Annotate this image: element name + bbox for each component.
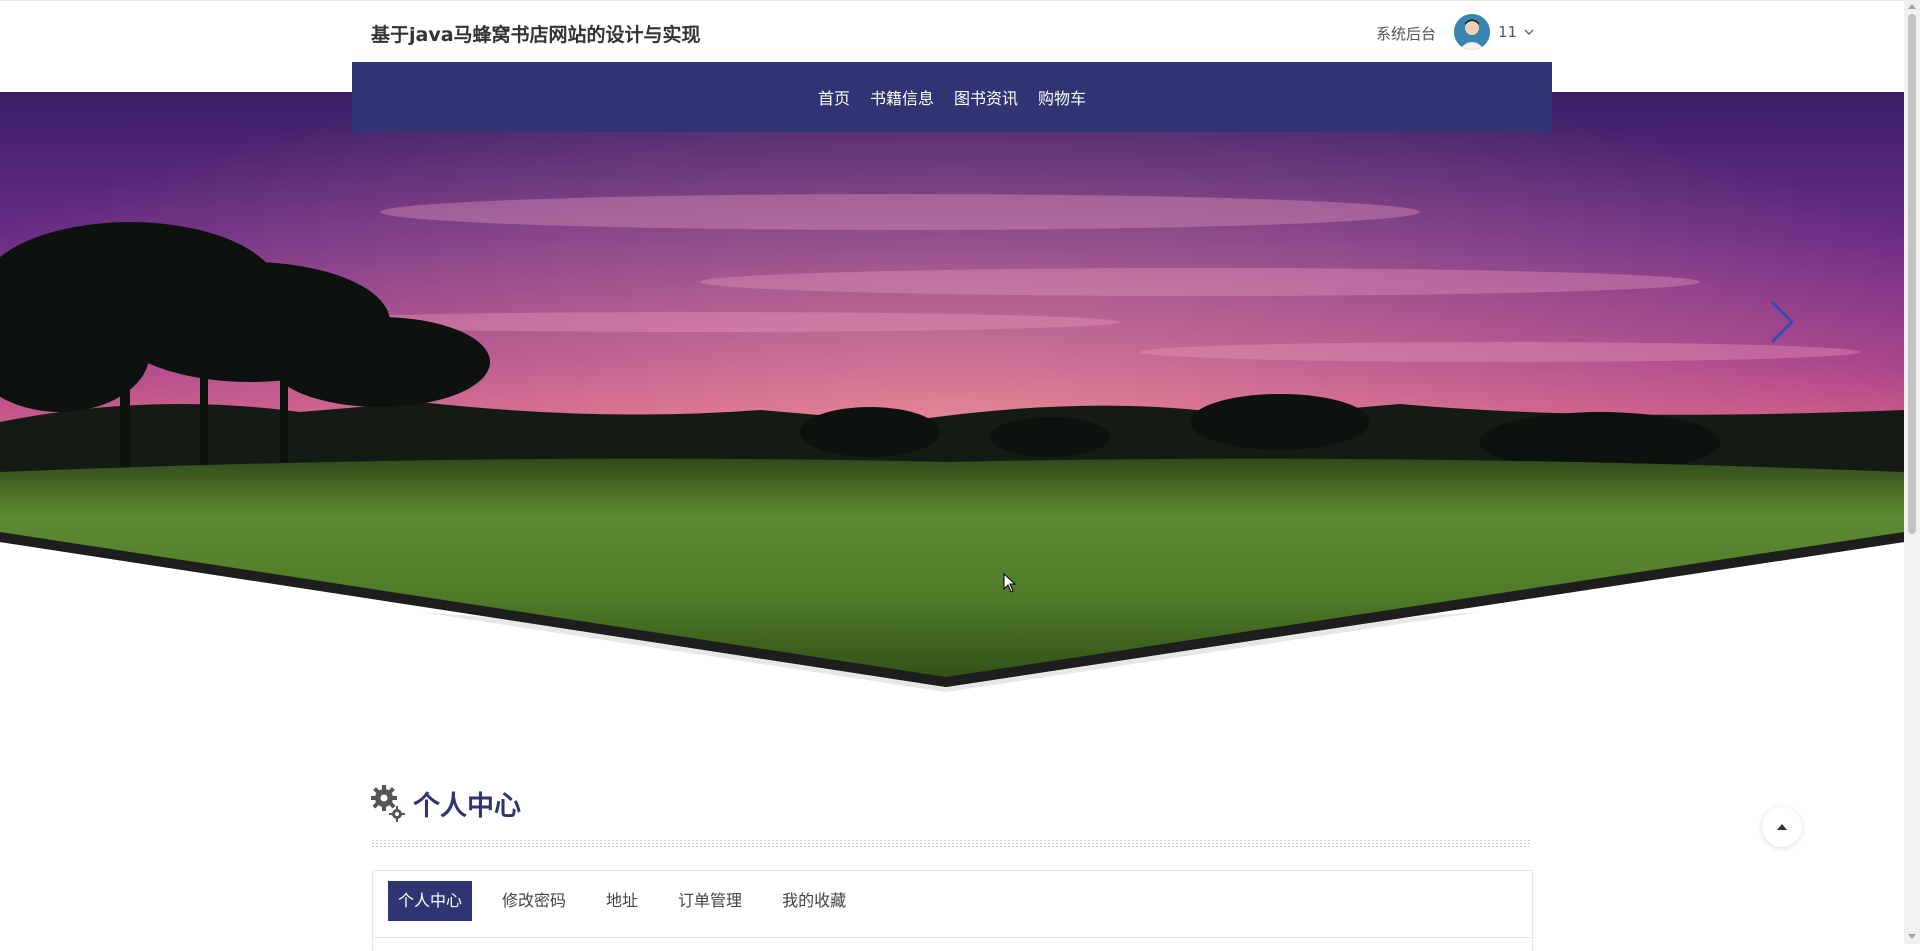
section-title: 个人中心 [413, 790, 521, 822]
gear-icon [371, 785, 405, 822]
user-menu[interactable]: 11 [1454, 14, 1535, 50]
tab-bar: 个人中心 修改密码 地址 订单管理 我的收藏 [388, 881, 866, 921]
tabs-bottom-border [372, 937, 1532, 938]
tab-favorites[interactable]: 我的收藏 [762, 881, 866, 921]
tab-profile[interactable]: 个人中心 [388, 881, 473, 921]
tab-change-password[interactable]: 修改密码 [482, 881, 586, 921]
mouse-cursor-icon [1003, 573, 1017, 593]
hero-banner [0, 92, 1904, 692]
nav-item-cart[interactable]: 购物车 [1038, 81, 1086, 113]
chevron-down-icon [1524, 29, 1534, 35]
scroll-up-arrow-icon[interactable] [1908, 4, 1916, 9]
nav-item-home[interactable]: 首页 [818, 81, 850, 113]
section-divider [372, 840, 1532, 848]
avatar [1454, 14, 1490, 50]
tab-address[interactable]: 地址 [586, 881, 658, 921]
scrollbar-thumb[interactable] [1908, 14, 1916, 534]
caret-up-icon [1777, 824, 1787, 830]
nav-item-news[interactable]: 图书资讯 [954, 81, 1018, 113]
backend-link[interactable]: 系统后台 [1376, 23, 1436, 44]
tabs-panel: 个人中心 修改密码 地址 订单管理 我的收藏 [372, 870, 1533, 951]
main-nav: 首页 书籍信息 图书资讯 购物车 [352, 62, 1552, 132]
nav-item-books[interactable]: 书籍信息 [870, 81, 934, 113]
site-title: 基于java马蜂窝书店网站的设计与实现 [371, 24, 701, 46]
tab-orders[interactable]: 订单管理 [658, 881, 762, 921]
user-name: 11 [1498, 23, 1518, 41]
top-header: 基于java马蜂窝书店网站的设计与实现 系统后台 11 [0, 0, 1920, 63]
scroll-down-arrow-icon[interactable] [1908, 934, 1916, 939]
back-to-top-button[interactable] [1762, 807, 1802, 847]
section-header: 个人中心 [371, 783, 521, 823]
page-scrollbar[interactable] [1904, 0, 1920, 944]
